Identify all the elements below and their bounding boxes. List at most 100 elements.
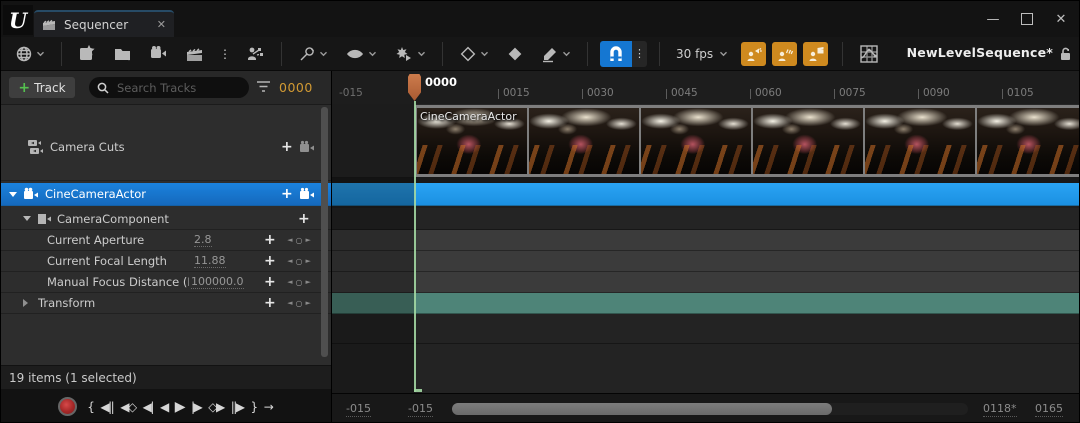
add-key-button[interactable]: + — [264, 254, 276, 268]
next-key-icon[interactable]: ► — [305, 257, 310, 265]
set-playback-start-button[interactable]: { — [87, 400, 95, 414]
add-track-button[interactable]: + Track — [9, 77, 75, 98]
tab-sequencer[interactable]: Sequencer ✕ — [34, 10, 174, 37]
add-key-button[interactable]: + — [264, 296, 276, 310]
edit-options-dropdown[interactable] — [537, 42, 575, 66]
aperture-timeline-row[interactable] — [332, 230, 1079, 251]
playhead-marker[interactable] — [408, 74, 421, 101]
search-tracks-input[interactable] — [115, 79, 229, 96]
prev-key-icon[interactable]: ◄ — [287, 257, 292, 265]
track-row-cinecameraactor[interactable]: CineCameraActor + — [1, 183, 331, 206]
aperture-value-field[interactable]: 2.8 — [194, 233, 212, 247]
step-forward-button[interactable]: |▶ — [191, 400, 203, 414]
track-row-transform[interactable]: Transform + ◄ ○ ► — [1, 293, 331, 314]
unreal-logo-icon[interactable]: U — [3, 5, 33, 35]
cinecameraactor-timeline-row[interactable] — [332, 183, 1079, 206]
current-time-display[interactable]: 0000 — [279, 80, 313, 95]
fps-dropdown[interactable]: 30 fps — [672, 47, 732, 61]
track-row-current-aperture[interactable]: Current Aperture 2.8 + ◄ ○ ► — [1, 230, 331, 251]
auto-key-button[interactable] — [502, 42, 528, 66]
person-clapper-icon — [809, 46, 824, 61]
tab-close-icon[interactable]: ✕ — [157, 18, 166, 31]
set-playback-end-button[interactable]: } — [251, 400, 259, 414]
record-button[interactable] — [58, 397, 78, 416]
view-range-end-field[interactable]: 0118* — [983, 402, 1017, 417]
track-row-manual-focus-distance[interactable]: Manual Focus Distance (Focu 100000.0 + ◄… — [1, 272, 331, 293]
minimize-button[interactable]: — — [979, 6, 1007, 32]
keyframe-options-dropdown[interactable] — [455, 42, 493, 66]
playback-options-dropdown[interactable] — [390, 42, 430, 66]
unlocked-icon[interactable] — [1058, 46, 1073, 62]
working-range-end-field[interactable]: 0165 — [1035, 402, 1063, 417]
close-button[interactable]: ✕ — [1047, 6, 1075, 32]
track-row-cameracomponent[interactable]: CameraComponent + — [1, 208, 331, 230]
jump-to-front-button[interactable]: ◀|| — [100, 400, 114, 414]
set-key-icon[interactable]: ○ — [296, 236, 303, 245]
set-key-icon[interactable]: ○ — [296, 278, 303, 287]
snap-toggle-button[interactable] — [600, 40, 632, 67]
create-camera-button[interactable] — [146, 42, 173, 65]
curve-editor-button[interactable] — [855, 41, 883, 67]
cameracomponent-timeline-row[interactable] — [332, 208, 1079, 230]
settings-dropdown[interactable] — [294, 42, 332, 66]
timeline-scrollbar-thumb[interactable] — [452, 403, 832, 415]
add-track-section-button[interactable]: + — [281, 187, 293, 201]
save-sequence-button[interactable] — [74, 41, 101, 66]
person-clapper-button[interactable] — [803, 41, 829, 66]
timeline-empty-area[interactable] — [332, 314, 1079, 393]
prev-key-icon[interactable]: ◄ — [287, 299, 292, 307]
previous-key-button[interactable]: ◀◇ — [120, 400, 137, 414]
next-key-button[interactable]: ◇▶ — [208, 400, 225, 414]
focal-length-value-field[interactable]: 11.88 — [194, 254, 226, 268]
focal-length-timeline-row[interactable] — [332, 251, 1079, 272]
jump-to-end-button[interactable]: ||▶ — [231, 400, 245, 414]
next-key-icon[interactable]: ► — [305, 278, 310, 286]
camera-lock-button[interactable] — [299, 187, 316, 201]
expand-arrow-icon[interactable] — [23, 216, 31, 221]
next-key-icon[interactable]: ► — [305, 299, 310, 307]
snap-options-button[interactable]: ⋮ — [632, 40, 647, 67]
add-key-button[interactable]: + — [264, 233, 276, 247]
working-range-start-field[interactable]: -015 — [346, 402, 371, 417]
track-row-camera-cuts[interactable]: Camera Cuts + — [1, 113, 331, 181]
play-button[interactable]: ▶ — [175, 399, 186, 415]
person-chart-button[interactable] — [772, 41, 798, 66]
time-ruler[interactable]: -015 0015 0030 0045 0060 0075 0090 0105 … — [332, 71, 1079, 105]
prev-key-icon[interactable]: ◄ — [287, 236, 292, 244]
transform-timeline-row[interactable] — [332, 293, 1079, 314]
render-movie-button[interactable] — [182, 43, 209, 65]
browse-sequence-button[interactable] — [110, 42, 137, 66]
outliner-scrollbar[interactable] — [321, 107, 328, 357]
timeline-scrollbar[interactable] — [452, 403, 968, 415]
view-options-dropdown[interactable] — [341, 44, 381, 64]
sequence-name-label[interactable]: NewLevelSequence* — [907, 45, 1053, 60]
add-section-button[interactable]: + — [298, 212, 310, 226]
focus-distance-value-field[interactable]: 100000.0 — [191, 275, 244, 289]
actions-button[interactable] — [241, 42, 269, 66]
add-key-button[interactable]: + — [264, 275, 276, 289]
add-section-button[interactable]: + — [281, 140, 293, 154]
filter-icon[interactable] — [256, 80, 271, 93]
person-megaphone-button[interactable] — [741, 41, 767, 66]
set-key-icon[interactable]: ○ — [296, 257, 303, 266]
track-row-current-focal-length[interactable]: Current Focal Length 11.88 + ◄ ○ ► — [1, 251, 331, 272]
camera-lock-button[interactable] — [299, 140, 316, 154]
search-box[interactable] — [89, 77, 249, 98]
next-key-icon[interactable]: ► — [305, 236, 310, 244]
view-range-start-field[interactable]: -015 — [408, 402, 433, 417]
set-key-icon[interactable]: ○ — [296, 299, 303, 308]
expand-arrow-icon[interactable] — [9, 191, 17, 197]
world-dropdown[interactable] — [11, 42, 49, 66]
chevron-down-icon — [720, 51, 728, 56]
collapse-arrow-icon[interactable] — [23, 299, 28, 307]
playback-mode-button[interactable]: → — [264, 400, 274, 414]
maximize-button[interactable] — [1013, 6, 1041, 32]
step-backward-button[interactable]: ◀| — [143, 400, 155, 414]
more-options-button[interactable]: ⋮ — [218, 44, 232, 64]
play-reverse-button[interactable]: ◀ — [160, 400, 169, 414]
prev-key-icon[interactable]: ◄ — [287, 278, 292, 286]
playback-range-start-line[interactable] — [414, 101, 416, 392]
vertical-dots-icon: ⋮ — [634, 47, 645, 60]
fps-label: 30 fps — [676, 46, 714, 61]
focus-distance-timeline-row[interactable] — [332, 272, 1079, 293]
